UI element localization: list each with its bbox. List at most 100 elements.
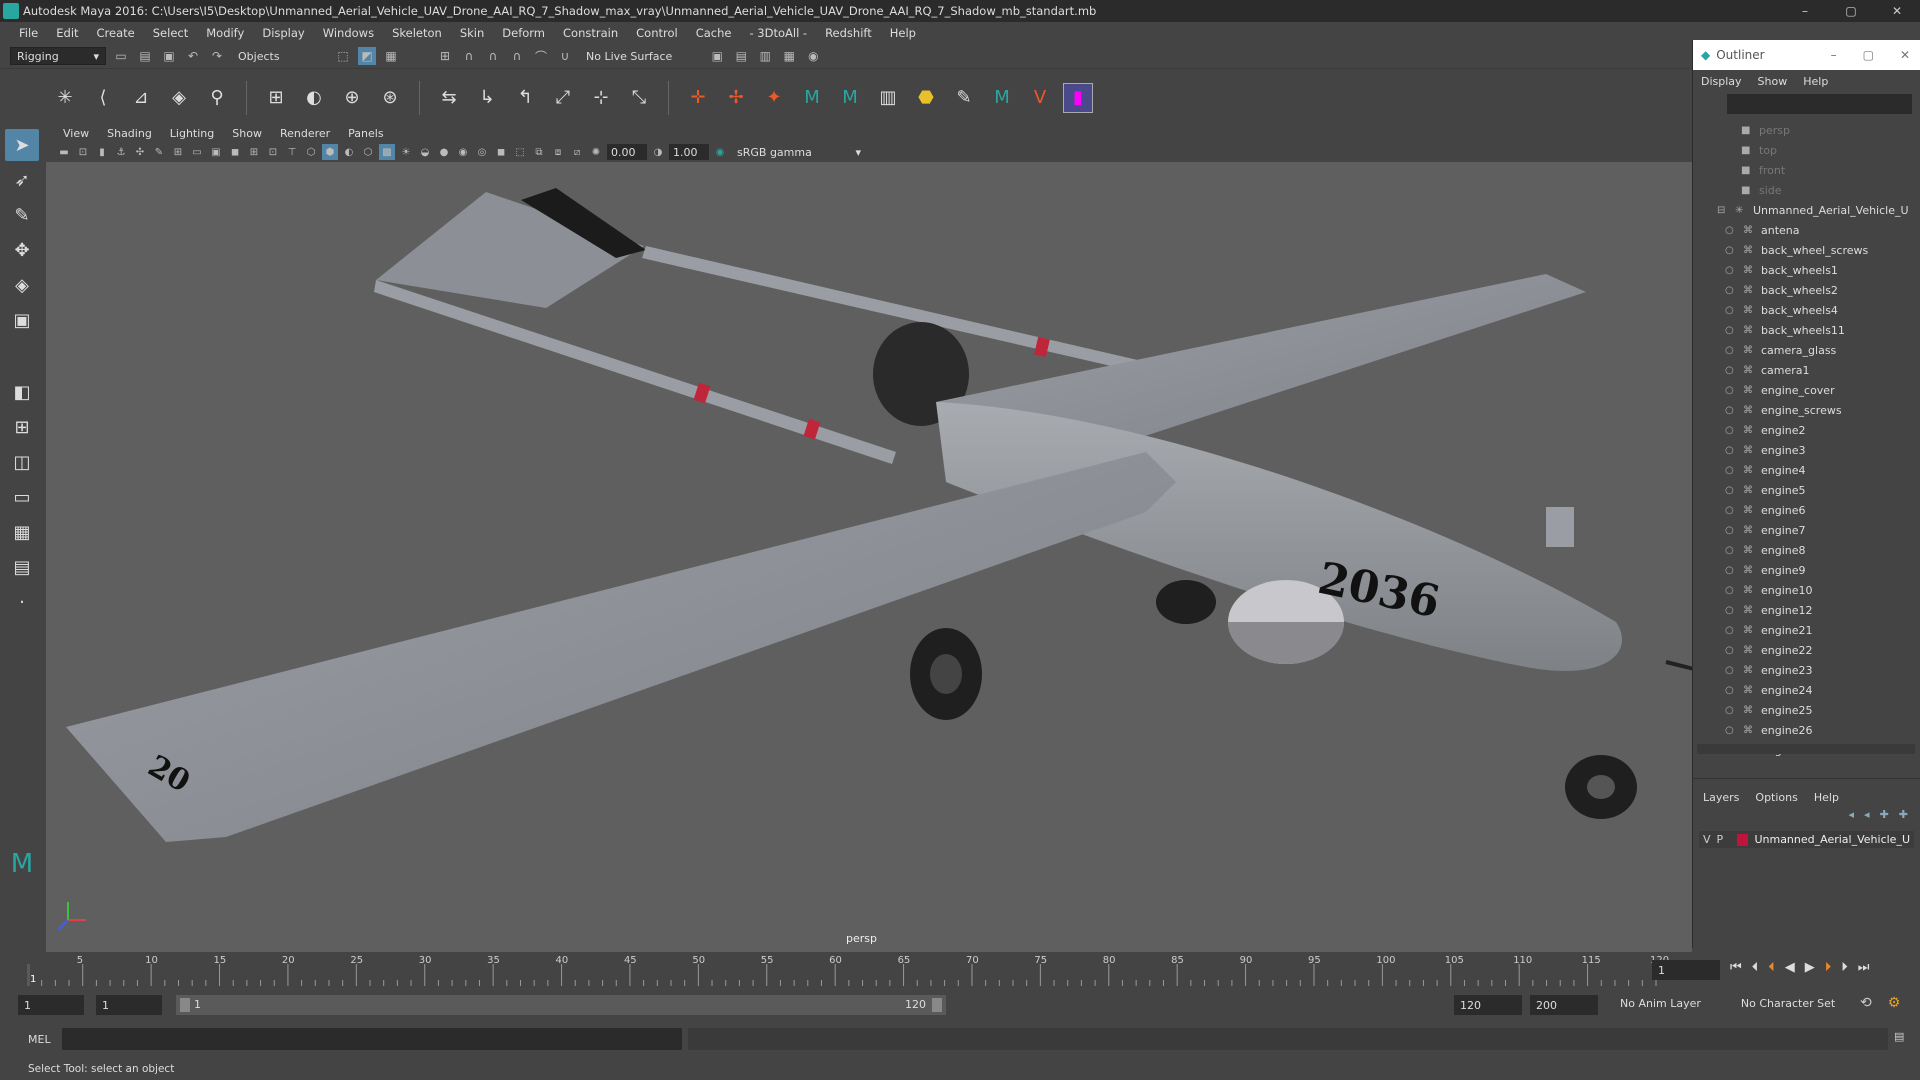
vray-icon[interactable]: V	[1025, 83, 1055, 113]
perspective-viewport[interactable]: 2036 20 persp	[46, 162, 1692, 952]
graph-layout-icon[interactable]: ▦	[5, 516, 39, 548]
outliner-item[interactable]: ○ ⌘ camera1	[1701, 360, 1911, 380]
menu-set-dropdown[interactable]: Rigging ▾	[10, 47, 106, 65]
menu-redshift[interactable]: Redshift	[816, 26, 881, 40]
image-plane-icon[interactable]: ⚓	[113, 144, 129, 160]
script-editor-icon[interactable]: ▤	[1894, 1030, 1904, 1043]
current-frame-field[interactable]: 1	[1652, 960, 1720, 980]
motion-blur-icon[interactable]: ◉	[455, 144, 471, 160]
resolution-gate-icon[interactable]: ▣	[208, 144, 224, 160]
select-object-icon[interactable]: ◩	[358, 47, 376, 65]
maya-tool2-icon[interactable]: M	[835, 83, 865, 113]
snap-grid-icon[interactable]: ⊞	[436, 47, 454, 65]
layer-playback-toggle[interactable]: P	[1717, 833, 1724, 846]
menu-windows[interactable]: Windows	[314, 26, 383, 40]
depth-of-field-icon[interactable]: ◼	[493, 144, 509, 160]
minimize-button[interactable]: –	[1782, 0, 1828, 22]
viewport-menu-show[interactable]: Show	[223, 127, 271, 140]
blend-shape-icon[interactable]: ⬣	[911, 83, 941, 113]
menu-file[interactable]: File	[10, 26, 47, 40]
aim-constraint-icon[interactable]: ↳	[472, 83, 502, 113]
command-input[interactable]	[62, 1028, 682, 1050]
select-hierarchy-icon[interactable]: ⬚	[334, 47, 352, 65]
camera-select-icon[interactable]: ▬	[56, 144, 72, 160]
default-material-icon[interactable]: ◐	[341, 144, 357, 160]
safe-title-icon[interactable]: ⊤	[284, 144, 300, 160]
viewport-menu-view[interactable]: View	[54, 127, 98, 140]
set-key-icon[interactable]: ✢	[721, 83, 751, 113]
layers-menu-options[interactable]: Options	[1755, 791, 1797, 804]
textured-icon[interactable]: ▩	[379, 144, 395, 160]
layer-row[interactable]: V P Unmanned_Aerial_Vehicle_U	[1699, 831, 1914, 848]
outliner-layout-icon[interactable]: ▭	[5, 481, 39, 513]
paint-select-icon[interactable]: ✎	[5, 199, 39, 231]
parent-constraint-icon[interactable]: ⊹	[586, 83, 616, 113]
isolate-select-icon[interactable]: ⬚	[512, 144, 528, 160]
color-management-icon[interactable]: ◉	[712, 144, 728, 160]
view-transform-dropdown[interactable]: sRGB gamma ▾	[731, 143, 867, 161]
menu-create[interactable]: Create	[88, 26, 144, 40]
range-end-handle[interactable]	[932, 998, 942, 1012]
range-start-handle[interactable]	[180, 998, 190, 1012]
smooth-shade-icon[interactable]: ⬢	[322, 144, 338, 160]
layer-visibility-toggle[interactable]: V	[1703, 833, 1711, 846]
maya-tool3-icon[interactable]: M	[987, 83, 1017, 113]
deformer-icon[interactable]: ✦	[759, 83, 789, 113]
outliner-item[interactable]: ○ ⌘ engine8	[1701, 540, 1911, 560]
close-button[interactable]: ✕	[1874, 0, 1920, 22]
open-scene-icon[interactable]: ▤	[136, 47, 154, 65]
step-back-icon[interactable]: ⏴	[1752, 960, 1759, 975]
outliner-item[interactable]: ○ ⌘ engine5	[1701, 480, 1911, 500]
xray-icon[interactable]: ⧉	[531, 144, 547, 160]
snap-curve-icon[interactable]: ∩	[460, 47, 478, 65]
gamma-icon[interactable]: ◑	[650, 144, 666, 160]
outliner-item[interactable]: ○ ⌘ engine22	[1701, 640, 1911, 660]
outliner-item[interactable]: ○ ⌘ engine4	[1701, 460, 1911, 480]
redshift-icon[interactable]: ▮	[1063, 82, 1093, 113]
point-constraint-icon[interactable]: ⇆	[434, 83, 464, 113]
bind-skin-icon[interactable]: ⊞	[261, 83, 291, 113]
outliner-item[interactable]: ○ ⌘ engine_screws	[1701, 400, 1911, 420]
two-view-icon[interactable]: ◫	[5, 446, 39, 478]
select-component-icon[interactable]: ▦	[382, 47, 400, 65]
step-back-key-icon[interactable]: ⏴	[1768, 960, 1775, 975]
wireframe-on-shaded-icon[interactable]: ⬡	[360, 144, 376, 160]
animation-prefs-icon[interactable]: ⚙	[1888, 995, 1901, 1011]
select-tool-icon[interactable]: ➤	[5, 129, 39, 161]
outliner-hscrollbar[interactable]	[1697, 744, 1915, 754]
step-forward-key-icon[interactable]: ⏵	[1825, 960, 1832, 975]
play-forward-icon[interactable]: ▶	[1805, 960, 1815, 975]
wrap-icon[interactable]: ⊛	[375, 83, 405, 113]
viewport-menu-panels[interactable]: Panels	[339, 127, 392, 140]
gate-mask-icon[interactable]: ◼	[227, 144, 243, 160]
character-set-dropdown[interactable]: No Character Set	[1741, 997, 1835, 1010]
lattice-icon[interactable]: ⊕	[337, 83, 367, 113]
locator-icon[interactable]: ✛	[683, 83, 713, 113]
viewport-menu-lighting[interactable]: Lighting	[161, 127, 223, 140]
outliner-item[interactable]: ○ ⌘ back_wheels2	[1701, 280, 1911, 300]
menu-display[interactable]: Display	[253, 26, 313, 40]
maya-tool-icon[interactable]: M	[797, 83, 827, 113]
current-time-marker[interactable]	[27, 964, 30, 986]
paint-weights-icon[interactable]: ◈	[164, 83, 194, 113]
viewport-menu-renderer[interactable]: Renderer	[271, 127, 339, 140]
outliner-camera-top[interactable]: ■ top	[1701, 140, 1911, 160]
film-gate-icon[interactable]: ▭	[189, 144, 205, 160]
menu-deform[interactable]: Deform	[493, 26, 554, 40]
outliner-menu-help[interactable]: Help	[1803, 75, 1828, 88]
outliner-item[interactable]: ○ ⌘ engine3	[1701, 440, 1911, 460]
snap-magnet-icon[interactable]: ∪	[556, 47, 574, 65]
go-to-start-icon[interactable]: ⏮	[1730, 960, 1742, 975]
hypershade-icon[interactable]: ◉	[804, 47, 822, 65]
go-to-end-icon[interactable]: ⏭	[1858, 960, 1870, 975]
ik-handle-icon[interactable]: ⟨	[88, 83, 118, 113]
bookmark-icon[interactable]: ▮	[94, 144, 110, 160]
xray-joints-icon[interactable]: ⧈	[550, 144, 566, 160]
skeleton-icon[interactable]: ⚲	[202, 83, 232, 113]
outliner-item[interactable]: ○ ⌘ engine12	[1701, 600, 1911, 620]
outliner-item[interactable]: ○ ⌘ engine24	[1701, 680, 1911, 700]
outliner-item[interactable]: ○ ⌘ engine6	[1701, 500, 1911, 520]
single-view-icon[interactable]: ◧	[5, 376, 39, 408]
outliner-item[interactable]: ○ ⌘ engine7	[1701, 520, 1911, 540]
move-layer-up-icon[interactable]: ◂	[1849, 808, 1855, 821]
